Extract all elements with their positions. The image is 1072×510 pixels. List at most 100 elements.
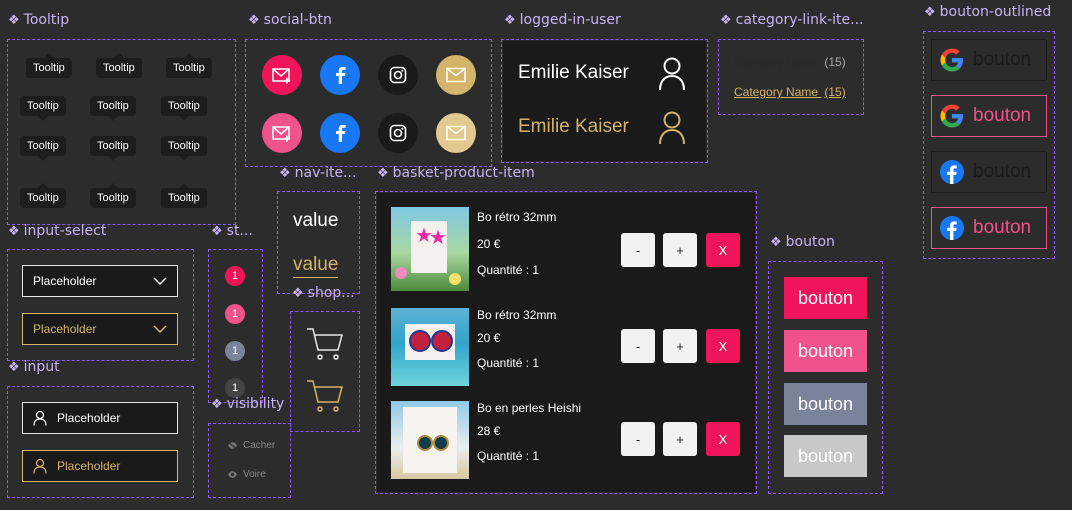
cart-icon-hover[interactable] [305,378,345,416]
select-input-hover[interactable]: Placeholder [22,313,178,345]
user-name[interactable]: Emilie Kaiser [518,62,629,84]
google-icon [940,104,963,128]
shop-frame [290,311,360,432]
product-image[interactable]: ★ ★ [391,207,469,291]
chevron-down-icon [153,325,167,333]
earring-shape [417,435,433,451]
tooltip: Tooltip [20,136,66,161]
input-section-title: ❖ input [8,359,60,375]
basket-section-title: ❖ basket-product-item [377,165,535,181]
earring-shape [433,435,449,451]
decrement-button[interactable]: - [621,329,655,363]
section-title-text: input-select [23,223,107,239]
eye-icon [228,471,237,478]
component-icon: ❖ [279,166,291,181]
count-badge: 1 [225,304,245,324]
facebook-outlined-button[interactable]: bouton [931,151,1047,193]
section-title-text: bouton-outlined [939,4,1052,20]
tooltip-section-title: ❖ Tooltip [8,12,69,28]
product-image[interactable] [391,308,469,386]
instagram-social-button[interactable] [378,55,418,95]
show-toggle[interactable]: Voire [227,469,266,480]
social-section-title: ❖ social-btn [248,12,332,28]
nav-item-frame: value value [277,191,360,294]
nav-item[interactable]: value [293,210,338,232]
email-social-button-hover[interactable] [436,113,476,153]
mail-social-button[interactable] [262,55,302,95]
shop-section-title: ❖ shop... [292,285,355,301]
email-social-button[interactable] [436,55,476,95]
increment-button[interactable]: + [663,422,697,456]
star-shape: ★ [429,227,447,249]
category-link[interactable]: Category Name (15) [734,55,846,69]
st-frame: 1 1 1 1 [208,249,263,403]
st-section-title: ❖ st... [211,223,253,239]
decrement-button[interactable]: - [621,422,655,456]
tooltip: Tooltip [20,96,66,121]
facebook-social-button-hover[interactable] [320,113,360,153]
text-input-hover[interactable]: Placeholder [22,450,178,482]
mail-icon [446,125,466,141]
cart-icon[interactable] [305,326,345,364]
product-name: Bo rétro 32mm [477,210,557,224]
category-name: Category Name [734,85,819,99]
product-image[interactable] [391,401,469,479]
tooltip: Tooltip [161,183,207,208]
user-name-hover[interactable]: Emilie Kaiser [518,116,629,138]
tooltip: Tooltip [20,183,66,208]
nav-item-section-title: ❖ nav-ite... [279,165,356,181]
increment-button[interactable]: + [663,329,697,363]
facebook-outlined-button-hover[interactable]: bouton [931,207,1047,249]
category-link-hover[interactable]: Category Name (15) [734,85,846,99]
button-label: bouton [973,217,1032,238]
visibility-section-title: ❖ visibility [211,396,284,412]
remove-button[interactable]: X [706,329,740,363]
tooltip: Tooltip [90,136,136,161]
select-input[interactable]: Placeholder [22,265,178,297]
facebook-social-button[interactable] [320,55,360,95]
mail-sparkle-icon [272,126,291,142]
instagram-icon [389,124,407,142]
primary-button[interactable]: bouton [784,277,867,319]
user-icon[interactable] [658,56,686,92]
remove-button[interactable]: X [706,233,740,267]
google-outlined-button-hover[interactable]: bouton [931,95,1047,137]
component-icon: ❖ [924,5,936,20]
tooltip: Tooltip [161,136,207,161]
text-input[interactable]: Placeholder [22,402,178,434]
eye-off-icon [227,441,238,450]
select-placeholder: Placeholder [33,274,97,288]
user-icon[interactable] [658,110,686,146]
component-icon: ❖ [504,13,516,28]
category-section-title: ❖ category-link-ite... [720,12,864,28]
user-icon [33,410,47,426]
google-outlined-button[interactable]: bouton [931,39,1047,81]
input-placeholder: Placeholder [57,411,121,425]
earring-shape [431,330,453,352]
primary-button-hover[interactable]: bouton [784,330,867,372]
remove-button[interactable]: X [706,422,740,456]
input-frame: Placeholder Placeholder [7,386,194,498]
product-name: Bo rétro 32mm [477,308,557,322]
nav-item-active[interactable]: value [293,254,339,278]
instagram-social-button-hover[interactable] [378,113,418,153]
increment-button[interactable]: + [663,233,697,267]
primary-button-disabled[interactable]: bouton [784,435,867,477]
facebook-icon [940,216,964,240]
input-select-section-title: ❖ input-select [8,223,106,239]
product-quantity: Quantité : 1 [477,449,540,463]
bouton-outlined-frame: bouton bouton bouton bouton [923,31,1055,259]
hide-label: Cacher [243,440,276,451]
flower-shape [449,273,461,285]
input-placeholder: Placeholder [57,459,121,473]
section-title-text: logged-in-user [519,12,621,28]
mail-social-button-hover[interactable] [262,113,302,153]
component-icon: ❖ [211,224,223,239]
product-price: 20 € [477,331,501,345]
section-title-text: social-btn [263,12,332,28]
decrement-button[interactable]: - [621,233,655,267]
hide-toggle[interactable]: Cacher [227,440,275,451]
primary-button-pressed[interactable]: bouton [784,383,867,425]
button-label: bouton [973,49,1032,70]
section-title-text: visibility [226,396,285,412]
